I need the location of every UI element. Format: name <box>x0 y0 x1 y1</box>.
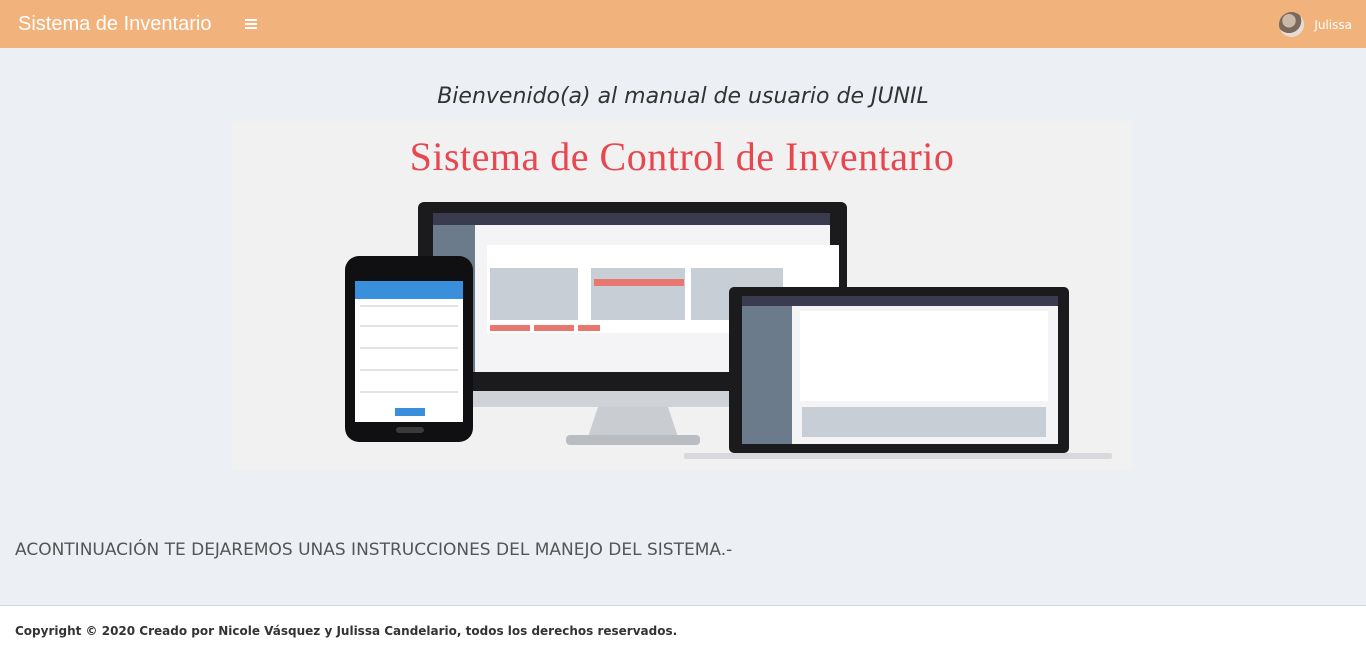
avatar <box>1279 12 1305 37</box>
sidebar-toggle-button[interactable] <box>241 14 261 34</box>
bars-icon <box>245 19 257 29</box>
footer: Copyright © 2020 Creado por Nicole Vásqu… <box>0 605 1366 653</box>
user-name: Julissa <box>1314 17 1352 32</box>
banner-image: Sistema de Control de Inventario <box>232 121 1132 470</box>
welcome-heading: Bienvenido(a) al manual de usuario de JU… <box>437 84 929 109</box>
copyright-text: Copyright © 2020 Creado por Nicole Vásqu… <box>15 624 678 638</box>
user-menu[interactable]: Julissa <box>1279 11 1352 38</box>
top-navbar: Sistema de Inventario Julissa <box>0 0 1366 48</box>
phone-illustration <box>345 256 473 442</box>
brand-title[interactable]: Sistema de Inventario <box>18 12 211 36</box>
instructions-text: ACONTINUACIÓN TE DEJAREMOS UNAS INSTRUCC… <box>15 540 733 560</box>
laptop-illustration <box>684 287 1112 459</box>
devices-illustration <box>345 202 1112 459</box>
